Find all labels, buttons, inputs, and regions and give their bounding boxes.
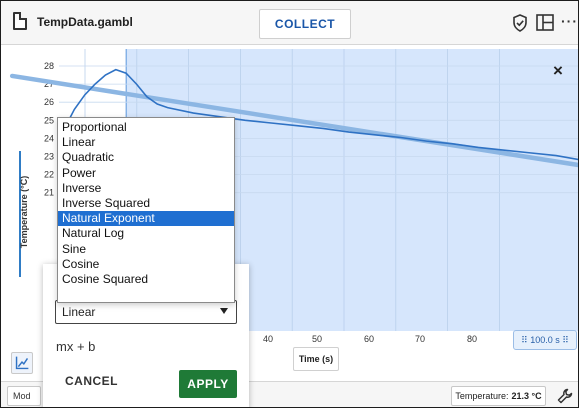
y-axis-label[interactable]: Temperature (°C) [13, 151, 31, 277]
fit-option[interactable]: Sine [58, 242, 234, 257]
fit-option[interactable]: Proportional [58, 120, 234, 135]
y-tick-label: 26 [44, 97, 54, 107]
temperature-readout-value: 21.3 °C [511, 391, 542, 401]
y-tick-label: 22 [44, 170, 54, 180]
fit-type-select[interactable]: Linear [55, 300, 237, 324]
fit-option[interactable]: Natural Log [58, 226, 234, 241]
x-tick-label: 60 [364, 334, 374, 344]
fit-option[interactable]: Inverse Squared [58, 196, 234, 211]
close-icon[interactable]: × [553, 61, 563, 81]
collect-button[interactable]: COLLECT [259, 9, 351, 39]
fit-option[interactable]: Power [58, 166, 234, 181]
cancel-button[interactable]: CANCEL [65, 374, 118, 388]
fit-option[interactable]: Cosine [58, 257, 234, 272]
fit-type-dropdown-list: Proportional Linear Quadratic Power Inverse I… [57, 117, 235, 303]
mode-button[interactable]: Mod [7, 386, 41, 406]
x-tick-label: 70 [415, 334, 425, 344]
wrench-icon[interactable] [557, 388, 573, 404]
fit-type-selected: Linear [62, 305, 96, 319]
header-bar: TempData.gambl COLLECT ··· [1, 1, 578, 45]
fit-option[interactable]: Inverse [58, 181, 234, 196]
temperature-readout[interactable]: Temperature: 21.3 °C [451, 386, 546, 406]
y-tick-label: 23 [44, 152, 54, 162]
y-tick-label: 25 [44, 115, 54, 125]
graph-tools-icon[interactable] [11, 352, 33, 374]
temperature-readout-label: Temperature: [455, 391, 509, 401]
x-tick-label: 40 [263, 334, 273, 344]
more-icon[interactable]: ··· [561, 13, 578, 29]
fit-equation: mx + b [56, 339, 96, 354]
layout-grid-icon[interactable] [536, 14, 554, 31]
y-tick-label: 24 [44, 133, 54, 143]
app-window: TempData.gambl COLLECT ··· 28 27 26 25 24 23 2… [0, 0, 579, 408]
y-tick-label: 21 [44, 188, 54, 198]
fit-option[interactable]: Linear [58, 135, 234, 150]
x-tick-label: 50 [312, 334, 322, 344]
x-axis-label[interactable]: Time (s) [293, 347, 339, 371]
apply-button[interactable]: APPLY [179, 370, 237, 398]
chevron-down-icon [220, 308, 228, 314]
fit-option[interactable]: Cosine Squared [58, 272, 234, 287]
shield-check-icon[interactable] [512, 14, 528, 32]
fit-option[interactable]: Natural Exponent [58, 211, 234, 227]
selection-range-chip[interactable]: ⠿ 100.0 s ⠿ [513, 330, 577, 350]
x-tick-label: 80 [467, 334, 477, 344]
file-name[interactable]: TempData.gambl [37, 15, 133, 29]
y-tick-label: 28 [44, 61, 54, 71]
y-axis-label-text: Temperature (°C) [19, 175, 29, 249]
fit-option[interactable]: Quadratic [58, 150, 234, 165]
file-icon[interactable] [13, 12, 27, 30]
